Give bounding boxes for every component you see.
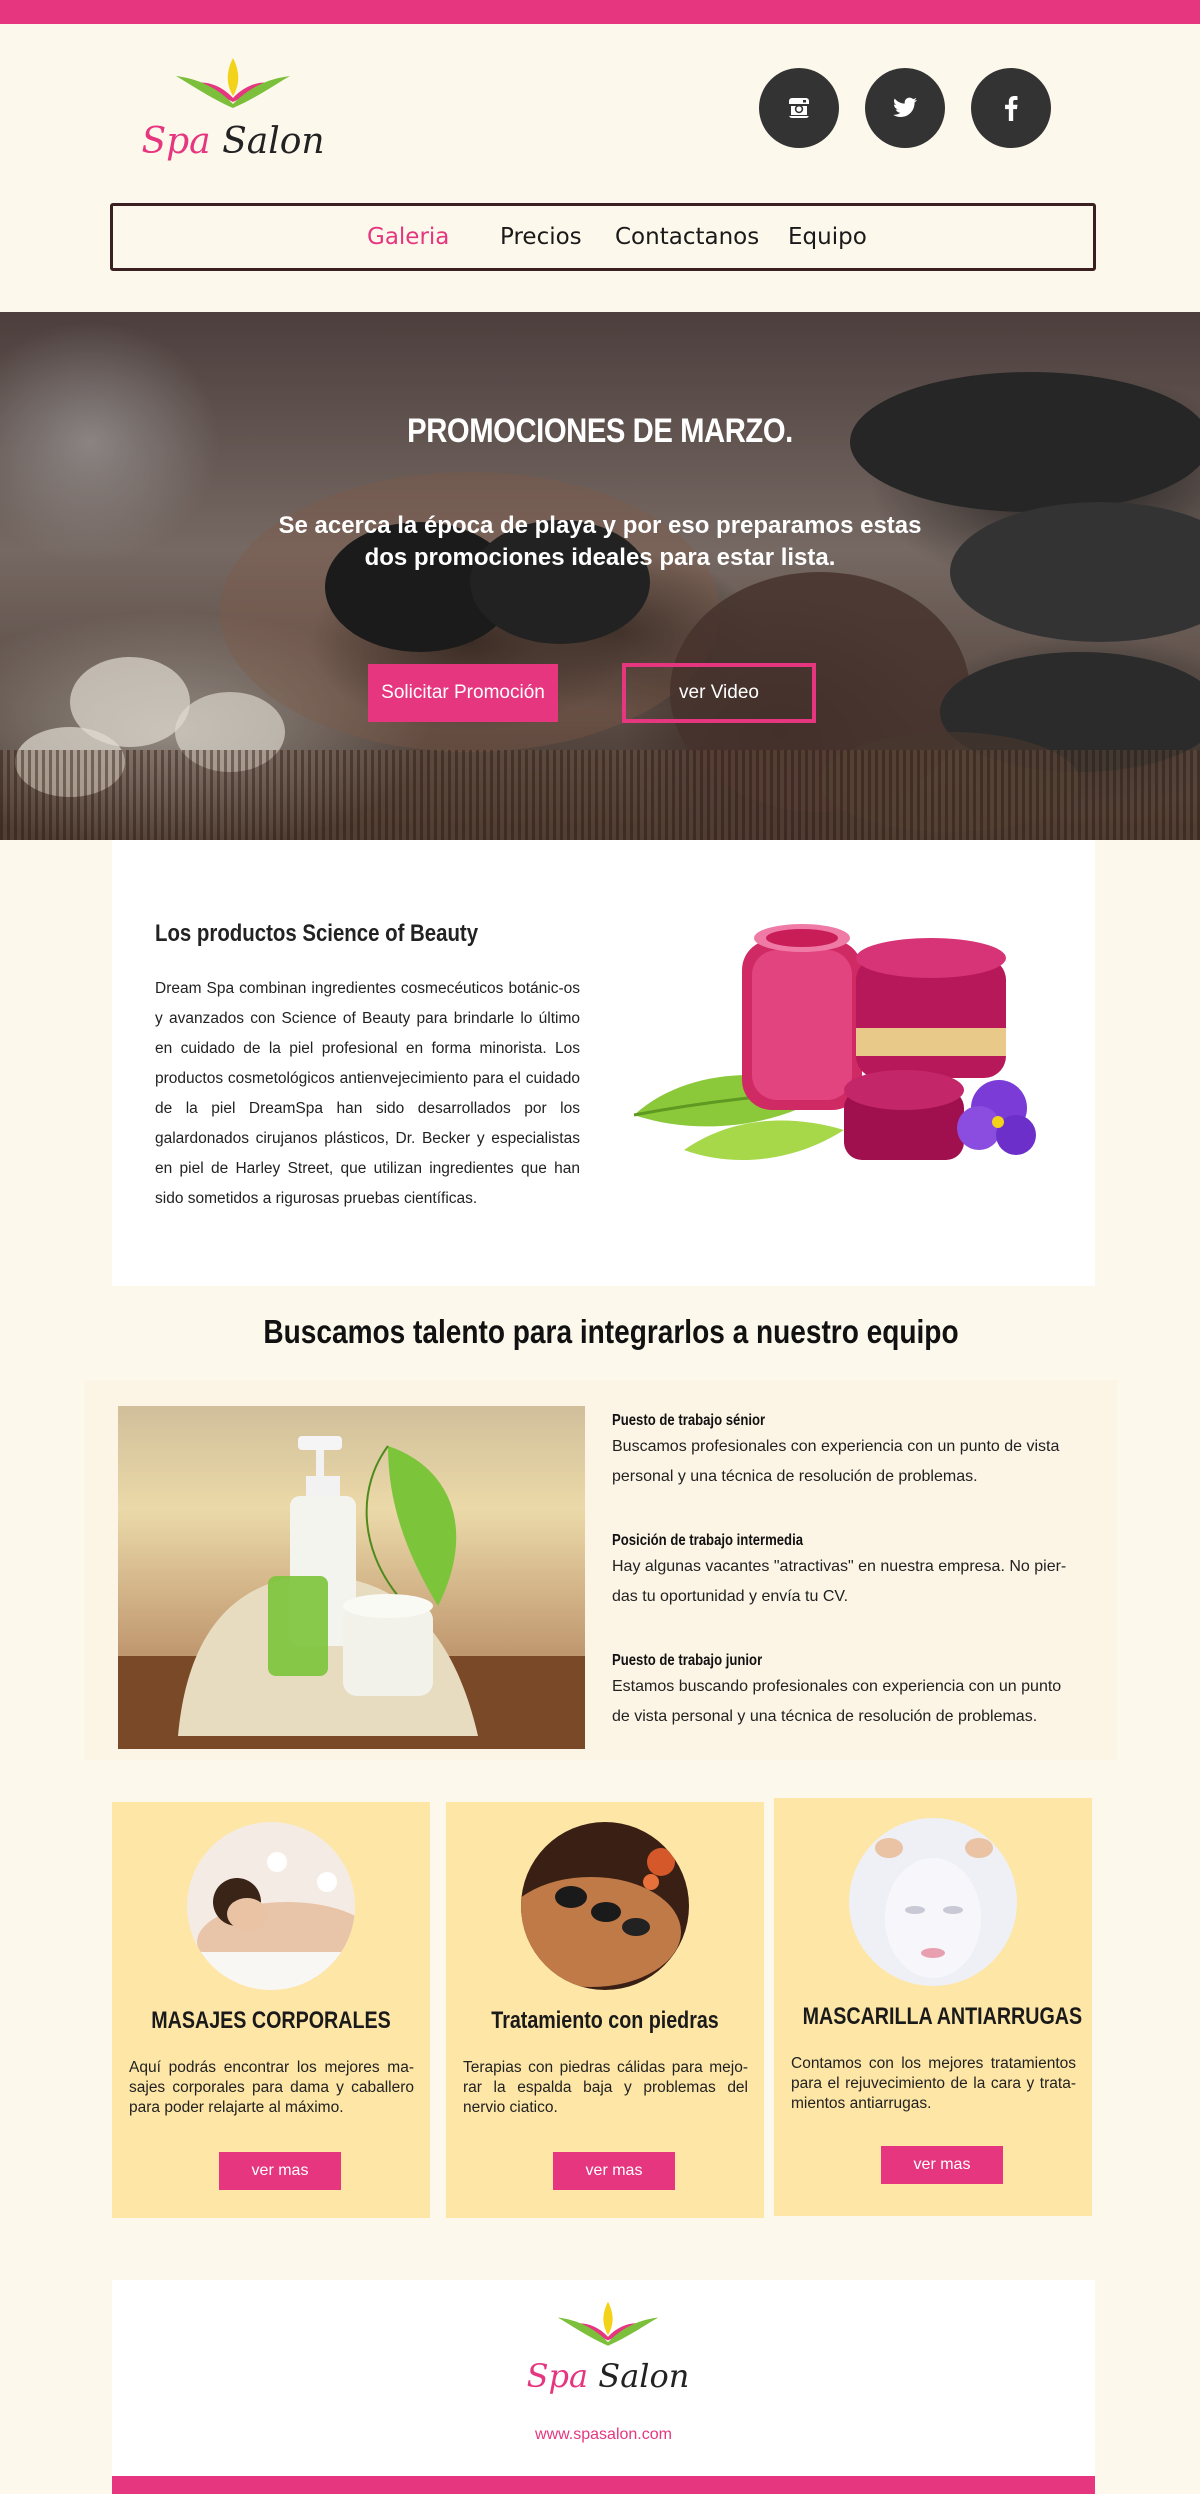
- logo-wordmark: Spa Salon: [141, 121, 325, 162]
- footer-accent-bar: [112, 2476, 1095, 2494]
- footer-logo[interactable]: Spa Salon: [527, 2298, 689, 2392]
- stones-treatment-image: [521, 1822, 689, 1990]
- job-intermediate-title: Posición de trabajo intermedia: [612, 1532, 804, 1549]
- logo-wordmark: Spa Salon: [526, 2357, 690, 2395]
- service-card-stones: Tratamiento con piedras Terapias con pie…: [446, 1802, 764, 2218]
- lotus-logo-icon: [176, 58, 290, 108]
- spa-bottles-image: [118, 1406, 585, 1749]
- products-title: Los productos Science of Beauty: [155, 920, 479, 947]
- hero-title: PROMOCIONES DE MARZO.: [407, 412, 793, 450]
- stones-text: Terapias con piedras cálidas para mejo-r…: [463, 2059, 748, 2116]
- instagram-button[interactable]: [759, 68, 839, 148]
- header-logo[interactable]: Spa Salon: [141, 54, 325, 160]
- twitter-button[interactable]: [865, 68, 945, 148]
- spa-products-photo: [118, 1406, 585, 1749]
- main-nav: Galeria Precios Contactanos Equipo: [110, 203, 1096, 271]
- massage-more-button[interactable]: ver mas: [219, 2152, 341, 2190]
- nav-item-precios[interactable]: Precios: [500, 224, 582, 250]
- request-promotion-button[interactable]: Solicitar Promoción: [368, 664, 558, 722]
- nav-item-contactanos[interactable]: Contactanos: [615, 224, 759, 250]
- stones-photo: [521, 1822, 689, 1990]
- lotus-logo-icon: [557, 2301, 659, 2346]
- massage-photo: [187, 1822, 355, 1990]
- hero-banner: PROMOCIONES DE MARZO. Se acerca la época…: [0, 312, 1200, 840]
- job-junior-title: Puesto de trabajo junior: [612, 1652, 763, 1669]
- mask-title: MASCARILLA ANTIARRUGAS: [802, 2003, 1083, 2030]
- facebook-icon: [1005, 95, 1018, 121]
- facebook-button[interactable]: [971, 68, 1051, 148]
- job-senior-text: Buscamos profesionales con experiencia c…: [612, 1438, 1060, 1485]
- massage-title: MASAJES CORPORALES: [151, 2007, 391, 2034]
- products-text: Dream Spa combinan ingredientes cosmecéu…: [155, 980, 580, 1207]
- stones-more-button[interactable]: ver mas: [553, 2152, 675, 2190]
- job-junior-text: Estamos buscando profesionales con exper…: [612, 1678, 1062, 1725]
- jobs-title: Buscamos talento para integrarlos a nues…: [263, 1313, 959, 1350]
- stones-title: Tratamiento con piedras: [491, 2007, 719, 2034]
- instagram-icon: [789, 98, 809, 118]
- watch-video-button[interactable]: ver Video: [622, 663, 816, 723]
- job-senior-title: Puesto de trabajo sénior: [612, 1412, 766, 1429]
- nav-item-galeria[interactable]: Galeria: [367, 224, 449, 250]
- job-intermediate: Posición de trabajo intermedia Hay algun…: [612, 1532, 1082, 1612]
- footer-website-link[interactable]: www.spasalon.com: [112, 2426, 1095, 2444]
- mask-text: Contamos con los mejores tratamientos pa…: [791, 2055, 1076, 2112]
- hero-subtitle: Se acerca la época de playa y por eso pr…: [278, 512, 922, 571]
- job-intermediate-text: Hay algunas vacantes "atractivas" en nue…: [612, 1558, 1067, 1605]
- mask-more-button[interactable]: ver mas: [881, 2146, 1003, 2184]
- top-accent-bar: [0, 0, 1200, 24]
- job-senior: Puesto de trabajo sénior Buscamos profes…: [612, 1412, 1082, 1492]
- mask-photo: [849, 1818, 1017, 1986]
- service-card-massage: MASAJES CORPORALES Aquí podrás encontrar…: [112, 1802, 430, 2218]
- hero-mat-texture: [0, 750, 1200, 840]
- twitter-icon: [893, 97, 917, 117]
- massage-text: Aquí podrás encontrar los mejores ma-saj…: [129, 2059, 414, 2116]
- massage-image: [187, 1822, 355, 1990]
- face-mask-image: [849, 1818, 1017, 1986]
- job-junior: Puesto de trabajo junior Estamos buscand…: [612, 1652, 1082, 1732]
- products-section: Los productos Science of Beauty Dream Sp…: [112, 840, 1095, 1286]
- service-card-mask: MASCARILLA ANTIARRUGAS Contamos con los …: [774, 1798, 1092, 2216]
- cosmetics-jars-image: [633, 924, 1036, 1161]
- nav-item-equipo[interactable]: Equipo: [788, 224, 867, 250]
